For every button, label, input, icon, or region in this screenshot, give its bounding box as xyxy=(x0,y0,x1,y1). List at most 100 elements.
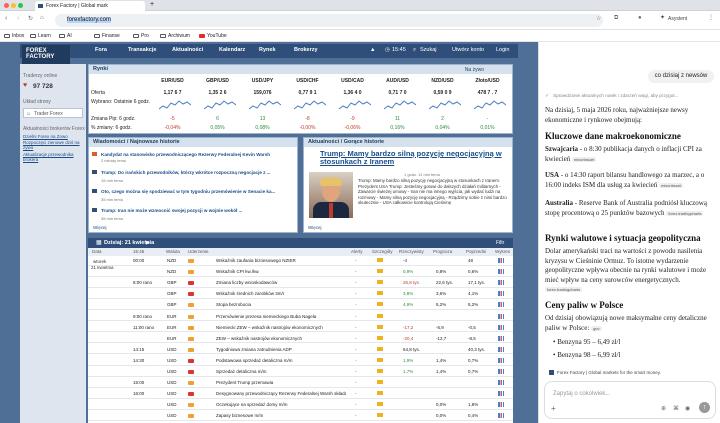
market-column[interactable]: USD/JPY 159,076 13 0,08% xyxy=(245,75,285,133)
minimize-window-button[interactable] xyxy=(11,3,16,8)
bookmark-pro[interactable]: Pro xyxy=(133,32,149,40)
alert-bell-icon[interactable]: ◔ xyxy=(354,358,357,363)
chat-input-box[interactable]: Zapytaj o cokolwiek... + ⊕ ⌘ ◉ ↑ xyxy=(544,381,716,419)
menu-icon[interactable]: ⋮ xyxy=(708,14,714,21)
details-folder-icon[interactable] xyxy=(377,346,383,351)
alert-bell-icon[interactable]: ◔ xyxy=(354,413,357,418)
home-icon[interactable]: ⌂ xyxy=(40,15,44,21)
details-folder-icon[interactable] xyxy=(377,313,383,318)
details-folder-icon[interactable] xyxy=(377,369,383,373)
alert-bell-icon[interactable]: ◔ xyxy=(354,347,357,352)
calendar-row[interactable]: EUR ZEW – wskaźnik nastrojów ekonomicznyc… xyxy=(88,334,513,344)
alert-bell-icon[interactable]: ◔ xyxy=(354,269,357,274)
profile-icon[interactable]: ● xyxy=(638,15,642,21)
attach-icon[interactable]: ⊕ xyxy=(661,405,666,412)
alert-bell-icon[interactable]: ◔ xyxy=(354,336,357,341)
chart-icon[interactable] xyxy=(498,369,504,374)
market-column[interactable]: USD/CHF 0,77 9 1 -8 -0,00% xyxy=(290,75,330,133)
featured-more-link[interactable]: Więcej xyxy=(308,225,322,230)
site-logo[interactable]: FOREX FACTORY xyxy=(22,45,70,65)
chart-icon[interactable] xyxy=(498,380,504,386)
calendar-row[interactable]: 9:00 rano EUR Przemówienie prezesa niemiec… xyxy=(88,312,513,322)
news-headline-2[interactable]: Trump: Do irańskich przewodników, którzy… xyxy=(101,170,296,176)
details-folder-icon[interactable] xyxy=(377,291,383,296)
tools-icon[interactable]: ⌘ xyxy=(673,405,679,412)
chart-icon[interactable] xyxy=(498,280,504,286)
bookmark-finanse[interactable]: Finanse xyxy=(94,32,120,40)
chart-icon[interactable] xyxy=(498,346,504,352)
featured-headline[interactable]: Trump: Mamy bardzo silną pozycję negocja… xyxy=(320,150,510,166)
chart-icon[interactable] xyxy=(498,357,504,363)
nav-transakcje[interactable]: Transakcje xyxy=(128,47,156,53)
mic-icon[interactable]: ◉ xyxy=(685,405,690,412)
login-link[interactable]: Login xyxy=(496,47,509,53)
bookmark-star-icon[interactable]: ☆ xyxy=(596,15,601,22)
calendar-row[interactable]: 11:00 rano EUR Niemiecki ZEW – wskaźnik na… xyxy=(88,323,513,333)
nav-rynek[interactable]: Rynek xyxy=(259,47,276,53)
details-folder-icon[interactable] xyxy=(377,258,383,262)
alert-bell-icon[interactable]: ◔ xyxy=(354,291,357,296)
source-tag[interactable]: forex.tradingcharts xyxy=(545,287,583,292)
calendar-row[interactable]: NZD Wskaźnik CPI kw./kw. ◔ 0,9% 0,8% 0,6% xyxy=(88,267,513,277)
calendar-row[interactable]: 8:00 rano GBP Zmiana liczby wnioskodawców ◔… xyxy=(88,278,513,288)
details-folder-icon[interactable] xyxy=(377,380,383,385)
forward-icon[interactable]: › xyxy=(17,15,19,22)
market-column[interactable]: NZD/USD 0,59 0 9 2 0,04% xyxy=(425,75,465,133)
alert-bell-icon[interactable]: ◔ xyxy=(354,258,357,263)
send-button[interactable]: ↑ xyxy=(699,402,710,413)
calendar-row[interactable]: USD Oczekujące na sprzedaż domy m/m ◔ 0,0% 1… xyxy=(88,400,513,410)
details-folder-icon[interactable] xyxy=(377,324,383,329)
chart-icon[interactable] xyxy=(498,269,504,275)
details-folder-icon[interactable] xyxy=(377,335,383,340)
maximize-window-button[interactable] xyxy=(18,3,23,8)
details-folder-icon[interactable] xyxy=(377,269,383,274)
url-field[interactable]: forexfactory.com xyxy=(55,14,603,27)
chart-icon[interactable] xyxy=(498,258,504,263)
live-toggle[interactable]: Na żywo xyxy=(465,67,484,73)
alert-bell-icon[interactable]: ◔ xyxy=(354,280,357,285)
chart-icon[interactable] xyxy=(498,302,504,308)
calendar-row[interactable]: 16:00 USD Desygnowany przewodniczący Rezer… xyxy=(88,389,513,399)
extensions-icon[interactable]: ⧉ xyxy=(614,15,618,22)
create-account-link[interactable]: Utwórz konto xyxy=(452,47,484,53)
source-tag[interactable]: gov xyxy=(591,325,602,331)
news-headline-3[interactable]: Oto, czego można się spodziewać w tym ty… xyxy=(101,189,296,195)
trader-forex-selector[interactable]: ☺ Trader Forex xyxy=(23,108,83,118)
news-headline-1[interactable]: Kandydat na stanowisko przewodniczącego … xyxy=(101,152,296,158)
alert-bell-icon[interactable]: ◔ xyxy=(354,369,357,374)
chart-icon[interactable] xyxy=(498,402,504,408)
bookmark-archiwum[interactable]: Archiwum xyxy=(160,32,190,40)
chart-icon[interactable] xyxy=(498,335,504,341)
sidebar-link-2[interactable]: Rozpoczęci zienowe dziś na żywo xyxy=(23,140,83,150)
calendar-row[interactable]: 14:30 USD Podstawowa sprzedaż detaliczna m… xyxy=(88,356,513,366)
market-column[interactable]: AUD/USD 0,71 7 0 11 0,16% xyxy=(380,75,420,133)
bookmark-inbox[interactable]: Inbox xyxy=(4,32,24,40)
alert-bell-icon[interactable]: ◔ xyxy=(354,402,357,407)
reload-icon[interactable]: ↻ xyxy=(28,15,33,22)
browser-tab[interactable]: Forex Factory | Global mark xyxy=(35,1,145,11)
back-icon[interactable]: ‹ xyxy=(5,15,7,22)
bookmark-youtube[interactable]: YouTube xyxy=(199,32,227,40)
chart-icon[interactable] xyxy=(498,313,504,319)
calendar-row[interactable]: 00:00 NZD Wskaźnik zaufania biznesowego NZ… xyxy=(88,256,513,266)
nav-brokerzy[interactable]: Brokerzy xyxy=(294,47,318,53)
calendar-filter-button[interactable]: Filtr xyxy=(496,240,504,246)
calendar-row[interactable]: GBP Wskaźnik średnich zarobków 3m/r ◔ 3,8% 3… xyxy=(88,289,513,299)
alert-bell-icon[interactable]: ◔ xyxy=(354,380,357,385)
market-column[interactable]: Złoto/USD 478 7 . 7 - 0,01% xyxy=(470,75,510,133)
calendar-row[interactable]: 15:00 USD Prezydent Trump przemawia ◔ xyxy=(88,378,513,388)
market-column[interactable]: USD/CAD 1,36 4 0 -9 -0,06% xyxy=(335,75,375,133)
details-folder-icon[interactable] xyxy=(377,391,383,396)
alert-bell-icon[interactable]: ◔ xyxy=(354,391,357,396)
source-link[interactable]: Forex Factory | Global markets for the s… xyxy=(557,370,661,375)
source-tag[interactable]: mixcnbsuet xyxy=(659,182,684,188)
details-folder-icon[interactable] xyxy=(377,402,383,407)
notification-icon[interactable]: ▲ xyxy=(370,47,375,53)
alert-bell-icon[interactable]: ◔ xyxy=(354,325,357,330)
close-window-button[interactable] xyxy=(4,3,9,8)
nav-aktualnosci[interactable]: Aktualności xyxy=(172,47,203,53)
details-folder-icon[interactable] xyxy=(377,302,383,307)
bookmark-ai[interactable]: AI xyxy=(59,32,72,40)
market-column[interactable]: EUR/USD 1,17 6 7 -5 -0,04% xyxy=(155,75,195,133)
search-icon[interactable]: ⌕ xyxy=(413,47,416,54)
